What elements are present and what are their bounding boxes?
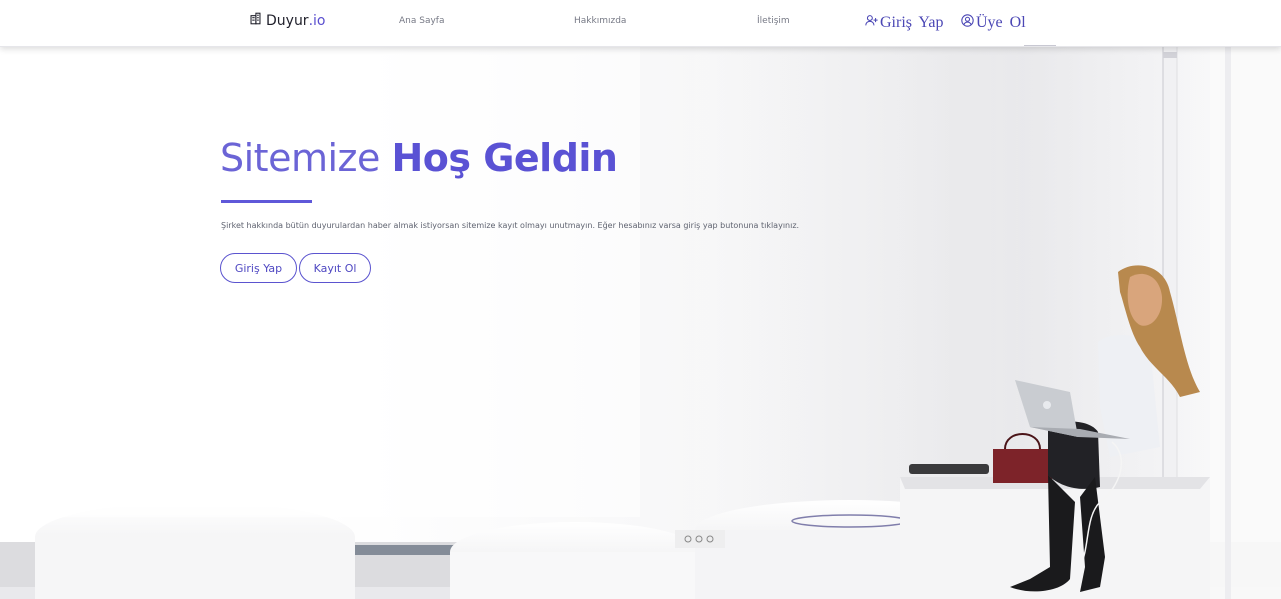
hero-section: Sitemize Hoş Geldin Şirket hakkında bütü… <box>0 47 1281 599</box>
nav-link-about[interactable]: Hakkımızda <box>574 16 626 26</box>
hero-title: Sitemize Hoş Geldin <box>220 136 618 180</box>
hero-login-button[interactable]: Giriş Yap <box>220 253 297 283</box>
nav-register-label: Üye Ol <box>976 14 1026 31</box>
hero-title-strong: Hoş Geldin <box>391 136 618 180</box>
nav-link-contact[interactable]: İletişim <box>757 16 790 26</box>
brand-name: Duyur <box>266 12 309 29</box>
navbar: Duyur .io Ana Sayfa Hakkımızda İletişim G… <box>0 0 1281 47</box>
hero-background-image <box>0 47 1281 599</box>
hero-register-button[interactable]: Kayıt Ol <box>299 253 371 283</box>
hero-title-underline <box>221 200 312 203</box>
user-plus-icon <box>865 14 878 32</box>
nav-login-link[interactable]: Giriş Yap <box>865 14 943 32</box>
nav-login-label: Giriş Yap <box>880 14 944 31</box>
nav-register-link[interactable]: Üye Ol <box>961 14 1026 32</box>
user-circle-icon <box>961 14 974 32</box>
brand-logo[interactable]: Duyur .io <box>249 12 325 29</box>
brand-tld: .io <box>308 12 326 29</box>
hero-title-light: Sitemize <box>220 136 380 180</box>
nav-link-home[interactable]: Ana Sayfa <box>399 16 444 26</box>
nav-divider <box>1024 45 1056 46</box>
building-icon <box>249 12 262 29</box>
hero-description: Şirket hakkında bütün duyurulardan haber… <box>221 221 800 230</box>
